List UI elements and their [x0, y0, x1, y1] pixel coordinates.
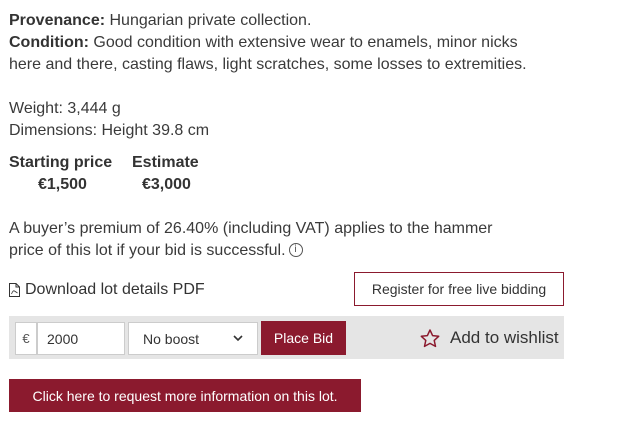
provenance-label: Provenance:: [9, 12, 106, 29]
download-pdf-label: Download lot details PDF: [25, 281, 205, 298]
premium-line-1: A buyer’s premium of 26.40% (including V…: [9, 220, 493, 237]
wishlist-label: Add to wishlist: [450, 328, 559, 347]
provenance-value: Hungarian private collection.: [109, 12, 312, 29]
premium-line-2: price of this lot if your bid is success…: [9, 240, 609, 262]
estimate-label: Estimate: [132, 154, 199, 171]
condition-label: Condition:: [9, 34, 89, 51]
bid-amount-input[interactable]: [37, 322, 125, 355]
boost-selected-value: No boost: [143, 330, 200, 347]
provenance-line: Provenance: Hungarian private collection…: [9, 10, 609, 32]
register-live-bidding-button[interactable]: Register for free live bidding: [354, 272, 564, 306]
condition-line: Condition: Good condition with extensive…: [9, 32, 609, 54]
currency-symbol: €: [15, 322, 37, 355]
dimensions-text: Dimensions: Height 39.8 cm: [9, 122, 210, 139]
info-icon[interactable]: i: [288, 242, 303, 257]
starting-price-value: €1,500: [38, 176, 87, 193]
estimate-value: €3,000: [142, 176, 191, 193]
place-bid-button[interactable]: Place Bid: [261, 321, 346, 355]
boost-select[interactable]: No boost: [128, 322, 258, 355]
add-to-wishlist-link[interactable]: Add to wishlist: [420, 327, 559, 349]
file-pdf-icon: [9, 283, 20, 297]
condition-value-1: Good condition with extensive wear to en…: [93, 34, 518, 51]
starting-price-label: Starting price: [9, 154, 113, 171]
star-outline-icon: [420, 328, 440, 347]
condition-value-2: here and there, casting flaws, light scr…: [9, 56, 527, 73]
premium-text-2: price of this lot if your bid is success…: [9, 242, 286, 259]
download-pdf-link[interactable]: Download lot details PDF: [9, 280, 205, 300]
request-info-button[interactable]: Click here to request more information o…: [9, 379, 361, 412]
chevron-down-icon: [233, 335, 243, 342]
weight-text: Weight: 3,444 g: [9, 100, 121, 117]
